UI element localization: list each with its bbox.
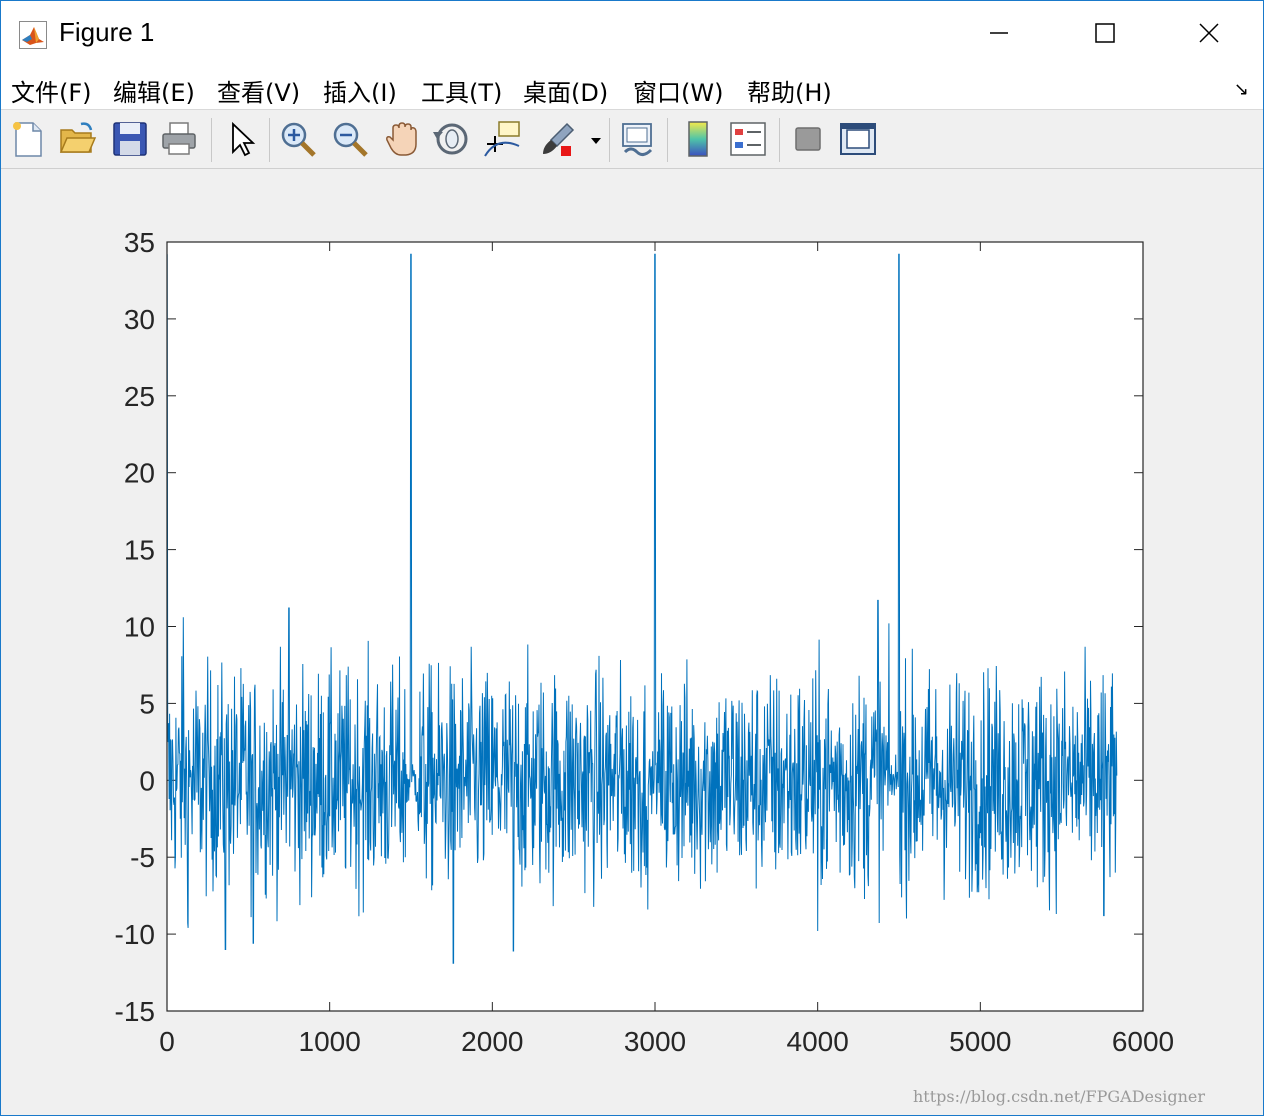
toolbar-separator: [609, 118, 610, 162]
zoom-in-icon[interactable]: [277, 118, 319, 160]
menu-help[interactable]: 帮助(H): [747, 73, 832, 108]
menu-insert[interactable]: 插入(I): [323, 73, 397, 108]
matlab-logo-icon: [19, 21, 47, 49]
x-tick-label: 5000: [949, 1026, 1011, 1057]
toolbar-separator: [667, 118, 668, 162]
menu-view[interactable]: 查看(V): [217, 73, 300, 108]
new-figure-icon[interactable]: [7, 118, 49, 160]
y-tick-label: -15: [115, 996, 155, 1027]
undock-arrow-icon[interactable]: ↘: [1234, 79, 1249, 100]
x-tick-label: 1000: [299, 1026, 361, 1057]
legend-icon[interactable]: [727, 118, 769, 160]
menu-file[interactable]: 文件(F): [11, 73, 92, 108]
brush-dropdown-arrow-icon[interactable]: [589, 136, 603, 146]
menu-edit[interactable]: 编辑(E): [113, 73, 195, 108]
title-bar[interactable]: Figure 1: [1, 1, 1263, 65]
x-tick-label: 6000: [1112, 1026, 1174, 1057]
x-tick-label: 4000: [787, 1026, 849, 1057]
minimize-icon: [990, 32, 1008, 34]
y-tick-label: -10: [115, 919, 155, 950]
y-tick-label: 10: [124, 612, 155, 643]
x-tick-label: 0: [159, 1026, 175, 1057]
watermark-url: https://blog.csdn.net/FPGADesigner: [913, 1087, 1205, 1106]
y-tick-label: 15: [124, 535, 155, 566]
print-icon[interactable]: [159, 118, 201, 160]
rotate-3d-icon[interactable]: [431, 118, 473, 160]
menu-window[interactable]: 窗口(W): [633, 73, 723, 108]
toolbar-separator: [269, 118, 270, 162]
pan-hand-icon[interactable]: [381, 118, 423, 160]
hide-plot-tools-icon[interactable]: [787, 118, 829, 160]
data-cursor-icon[interactable]: [481, 118, 523, 160]
colorbar-icon[interactable]: [677, 118, 719, 160]
window-title: Figure 1: [59, 17, 155, 47]
menu-tools[interactable]: 工具(T): [421, 73, 502, 108]
minimize-button[interactable]: [953, 1, 1045, 65]
menu-bar: 文件(F) 编辑(E) 查看(V) 插入(I) 工具(T) 桌面(D) 窗口(W…: [1, 65, 1263, 110]
brush-icon[interactable]: [537, 118, 579, 160]
toolbar-separator: [779, 118, 780, 162]
y-tick-label: 30: [124, 304, 155, 335]
x-tick-label: 3000: [624, 1026, 686, 1057]
open-file-icon[interactable]: [57, 118, 99, 160]
y-tick-label: 35: [124, 227, 155, 258]
toolbar-separator: [211, 118, 212, 162]
zoom-out-icon[interactable]: [329, 118, 371, 160]
menu-desktop[interactable]: 桌面(D): [523, 73, 608, 108]
y-tick-label: 0: [139, 765, 155, 796]
maximize-icon: [1095, 23, 1115, 43]
close-button[interactable]: [1163, 1, 1255, 65]
figure-canvas: 0 1000 2000 3000 4000 5000 6000 -15 -10 -5 0 5 10 15 2…: [1, 169, 1263, 1115]
signal-line-plot[interactable]: 0 1000 2000 3000 4000 5000 6000 -15 -10 -5 0 5 10 15 2…: [1, 169, 1263, 1115]
figure-toolbar: [1, 110, 1263, 169]
y-tick-label: 5: [139, 688, 155, 719]
y-tick-label: 25: [124, 381, 155, 412]
pointer-icon[interactable]: [221, 118, 263, 160]
x-tick-label: 2000: [461, 1026, 523, 1057]
save-icon[interactable]: [109, 118, 151, 160]
link-plot-icon[interactable]: [617, 118, 659, 160]
y-tick-label: -5: [130, 842, 155, 873]
y-tick-label: 20: [124, 458, 155, 489]
maximize-button[interactable]: [1059, 1, 1151, 65]
show-plot-tools-icon[interactable]: [837, 118, 879, 160]
figure-window: Figure 1 文件(F) 编辑(E) 查看(V) 插入(I) 工具(T) 桌…: [0, 0, 1264, 1116]
close-icon: [1199, 23, 1219, 43]
